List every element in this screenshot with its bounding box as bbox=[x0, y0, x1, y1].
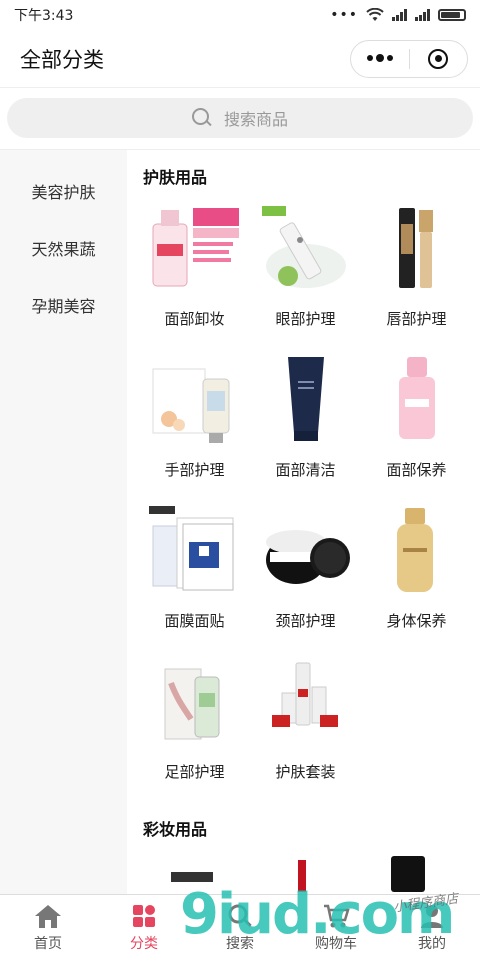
category-icon bbox=[130, 903, 158, 929]
battery-icon bbox=[438, 9, 466, 21]
lipstick-icon bbox=[298, 860, 306, 892]
search-area: 搜索商品 bbox=[0, 88, 480, 150]
category-item-label: 眼部护理 bbox=[275, 310, 336, 328]
notification-dots-icon: ••• bbox=[330, 7, 358, 23]
target-circle-icon bbox=[428, 48, 449, 69]
sidebar-item-label: 美容护肤 bbox=[31, 182, 96, 202]
category-item-label: 身体保养 bbox=[386, 612, 447, 630]
makeup-product-icon bbox=[171, 872, 213, 882]
eye-cream-tube-icon bbox=[258, 200, 354, 296]
category-item-label: 手部护理 bbox=[164, 461, 225, 479]
neck-cream-jar-icon bbox=[258, 502, 354, 598]
hand-cream-icon bbox=[147, 351, 243, 447]
user-icon bbox=[418, 903, 446, 929]
sunscreen-bottle-icon bbox=[369, 502, 465, 598]
more-dots-icon bbox=[366, 54, 393, 62]
category-item-lip-care[interactable]: 唇部护理 bbox=[361, 200, 472, 351]
tab-mine[interactable]: 我的 bbox=[384, 895, 480, 960]
tab-cart[interactable]: 购物车 bbox=[288, 895, 384, 960]
category-main: 美容护肤 天然果蔬 孕期美容 护肤用品 面部卸妆 眼部护理 唇部护理 手部护理 … bbox=[0, 150, 480, 894]
category-item-makeup-remover[interactable]: 面部卸妆 bbox=[139, 200, 250, 351]
category-item-skincare-set[interactable]: 护肤套装 bbox=[250, 653, 361, 804]
search-icon bbox=[226, 903, 254, 929]
tab-search[interactable]: 搜索 bbox=[192, 895, 288, 960]
category-sidebar: 美容护肤 天然果蔬 孕期美容 bbox=[0, 150, 127, 894]
category-item-neck-care[interactable]: 颈部护理 bbox=[250, 502, 361, 653]
section-title-makeup: 彩妆用品 bbox=[143, 820, 208, 839]
status-time: 下午3:43 bbox=[14, 8, 74, 24]
close-program-button[interactable] bbox=[410, 41, 468, 77]
search-input[interactable]: 搜索商品 bbox=[7, 98, 473, 138]
section-title-skincare: 护肤用品 bbox=[143, 168, 208, 187]
category-item-label: 护肤套装 bbox=[275, 763, 336, 781]
nav-bar: 全部分类 bbox=[0, 30, 480, 88]
category-content: 护肤用品 面部卸妆 眼部护理 唇部护理 手部护理 面部清洁 面部保养 面膜面贴 … bbox=[127, 150, 480, 894]
sidebar-item-label: 孕期美容 bbox=[31, 296, 96, 316]
wifi-icon bbox=[366, 8, 384, 21]
more-button[interactable] bbox=[351, 41, 409, 77]
tab-label: 我的 bbox=[418, 935, 446, 952]
search-icon bbox=[191, 108, 212, 128]
category-item-label: 面部保养 bbox=[386, 461, 447, 479]
tab-bar: 首页 分类 搜索 购物车 我的 bbox=[0, 894, 480, 960]
category-item-foot-care[interactable]: 足部护理 bbox=[139, 653, 250, 804]
page-title: 全部分类 bbox=[20, 47, 104, 72]
lip-care-icon bbox=[369, 200, 465, 296]
facial-cleanser-icon bbox=[258, 351, 354, 447]
signal-icon bbox=[392, 9, 407, 21]
home-icon bbox=[34, 903, 62, 929]
tab-label: 搜索 bbox=[226, 935, 254, 952]
category-item-eye-care[interactable]: 眼部护理 bbox=[250, 200, 361, 351]
category-item-label: 面部清洁 bbox=[275, 461, 336, 479]
foot-cream-icon bbox=[147, 653, 243, 749]
category-item-label: 面部卸妆 bbox=[164, 310, 225, 328]
sidebar-item-pregnancy-beauty[interactable]: 孕期美容 bbox=[0, 276, 127, 333]
category-item-label: 面膜面贴 bbox=[164, 612, 225, 630]
skincare-set-icon bbox=[258, 653, 354, 749]
sidebar-item-label: 天然果蔬 bbox=[31, 239, 96, 259]
skincare-grid: 面部卸妆 眼部护理 唇部护理 手部护理 面部清洁 面部保养 面膜面贴 颈部护理 … bbox=[127, 200, 480, 804]
category-item-face-mask[interactable]: 面膜面贴 bbox=[139, 502, 250, 653]
category-item-label: 颈部护理 bbox=[275, 612, 336, 630]
tab-home[interactable]: 首页 bbox=[0, 895, 96, 960]
makeup-remover-bottle-icon bbox=[147, 200, 243, 296]
face-mask-icon bbox=[147, 502, 243, 598]
search-placeholder: 搜索商品 bbox=[223, 110, 288, 129]
category-item-body-care[interactable]: 身体保养 bbox=[361, 502, 472, 653]
category-item-label: 足部护理 bbox=[164, 763, 225, 781]
makeup-grid-partial bbox=[127, 852, 480, 892]
category-item-facial-cleanser[interactable]: 面部清洁 bbox=[250, 351, 361, 502]
tab-label: 首页 bbox=[34, 935, 62, 952]
signal-icon-2 bbox=[415, 9, 430, 21]
category-item-hand-care[interactable]: 手部护理 bbox=[139, 351, 250, 502]
cart-icon bbox=[322, 903, 350, 929]
category-item-face-care[interactable]: 面部保养 bbox=[361, 351, 472, 502]
makeup-bottle-icon bbox=[391, 856, 425, 892]
mini-program-capsule bbox=[350, 39, 468, 78]
status-icons: ••• bbox=[330, 7, 466, 23]
tab-label: 购物车 bbox=[315, 935, 357, 952]
tab-category[interactable]: 分类 bbox=[96, 895, 192, 960]
category-item-label: 唇部护理 bbox=[386, 310, 447, 328]
toner-bottle-icon bbox=[369, 351, 465, 447]
tab-label: 分类 bbox=[130, 935, 158, 952]
status-bar: 下午3:43 ••• bbox=[0, 0, 480, 30]
sidebar-item-beauty-skincare[interactable]: 美容护肤 bbox=[0, 162, 127, 219]
sidebar-item-natural-produce[interactable]: 天然果蔬 bbox=[0, 219, 127, 276]
